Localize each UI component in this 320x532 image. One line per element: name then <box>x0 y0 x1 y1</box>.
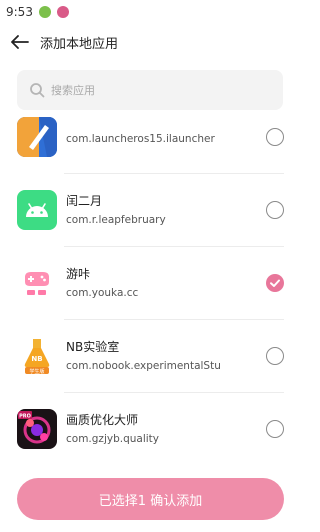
app-text: com.launcheros15.ilauncher <box>66 128 256 146</box>
arrow-left-icon <box>11 35 29 49</box>
search-input[interactable] <box>51 83 251 97</box>
confirm-add-button[interactable]: 已选择1 确认添加 <box>17 478 284 520</box>
app-list[interactable]: com.launcheros15.ilauncher 闰二月 com.r.lea… <box>0 112 300 462</box>
check-icon <box>270 279 280 287</box>
flask-icon: NB 学生版 <box>17 335 57 376</box>
select-radio-checked[interactable] <box>266 273 284 292</box>
app-text: 画质优化大师 com.gzjyb.quality <box>66 412 256 446</box>
list-item[interactable]: PRO 画质优化大师 com.gzjyb.quality <box>0 392 300 462</box>
top-bar: 添加本地应用 <box>0 24 300 60</box>
page-title: 添加本地应用 <box>40 36 119 52</box>
app-package: com.youka.cc <box>66 286 139 299</box>
app-name: 闰二月 <box>66 193 103 208</box>
pro-label: PRO <box>19 413 31 419</box>
select-radio[interactable] <box>266 346 284 365</box>
pro-badge-icon: PRO <box>17 408 57 449</box>
app-text: 游咔 com.youka.cc <box>66 266 256 300</box>
flask-icon-label: 学生版 <box>29 368 44 375</box>
app-package: com.r.leapfebruary <box>66 213 166 226</box>
app-name: 游咔 <box>66 266 91 281</box>
select-radio[interactable] <box>266 419 284 438</box>
svg-text:NB: NB <box>31 355 42 363</box>
select-radio[interactable] <box>266 127 284 146</box>
select-radio[interactable] <box>266 200 284 219</box>
app-name: NB实验室 <box>66 339 120 354</box>
search-icon <box>30 83 45 98</box>
list-item[interactable]: 游咔 com.youka.cc <box>0 246 300 319</box>
app-text: 闰二月 com.r.leapfebruary <box>66 193 256 227</box>
list-item[interactable]: NB 学生版 NB实验室 com.nobook.experimentalStu <box>0 319 300 392</box>
app-package: com.gzjyb.quality <box>66 432 159 445</box>
notification-app-icon <box>38 6 51 18</box>
app-package: com.nobook.experimentalStu <box>66 359 221 372</box>
android-icon <box>17 189 57 230</box>
status-time: 9:53 <box>6 5 33 19</box>
status-bar: 9:53 <box>0 0 300 24</box>
app-text: NB实验室 com.nobook.experimentalStu <box>66 339 256 373</box>
list-item[interactable]: 闰二月 com.r.leapfebruary <box>0 173 300 246</box>
notification-game-icon <box>56 6 69 18</box>
app-package: com.launcheros15.ilauncher <box>66 132 215 145</box>
gamepad-icon <box>17 262 57 303</box>
list-item[interactable]: com.launcheros15.ilauncher <box>0 112 300 173</box>
launcher-icon <box>17 116 57 157</box>
search-bar[interactable] <box>17 70 283 110</box>
back-button[interactable] <box>0 24 40 60</box>
app-name: 画质优化大师 <box>66 412 139 427</box>
